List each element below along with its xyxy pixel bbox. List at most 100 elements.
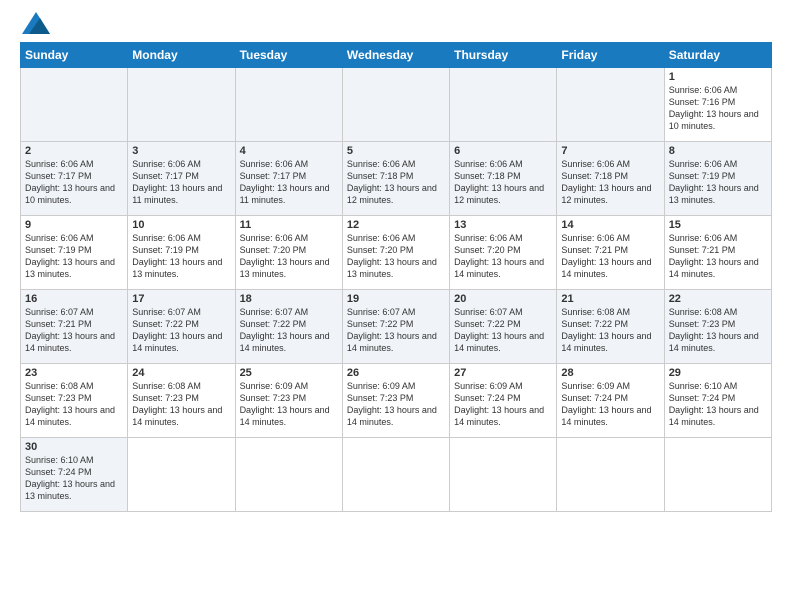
day-number: 21 — [561, 293, 659, 305]
day-info: Sunrise: 6:06 AM Sunset: 7:19 PM Dayligh… — [25, 232, 123, 281]
calendar-header-row: SundayMondayTuesdayWednesdayThursdayFrid… — [21, 43, 772, 68]
day-number: 19 — [347, 293, 445, 305]
day-number: 7 — [561, 145, 659, 157]
day-info: Sunrise: 6:09 AM Sunset: 7:24 PM Dayligh… — [561, 380, 659, 429]
calendar-cell: 24Sunrise: 6:08 AM Sunset: 7:23 PM Dayli… — [128, 364, 235, 438]
day-number: 30 — [25, 441, 123, 453]
calendar-cell: 17Sunrise: 6:07 AM Sunset: 7:22 PM Dayli… — [128, 290, 235, 364]
day-info: Sunrise: 6:06 AM Sunset: 7:21 PM Dayligh… — [561, 232, 659, 281]
calendar-cell: 13Sunrise: 6:06 AM Sunset: 7:20 PM Dayli… — [450, 216, 557, 290]
day-number: 5 — [347, 145, 445, 157]
header-sunday: Sunday — [21, 43, 128, 68]
day-info: Sunrise: 6:06 AM Sunset: 7:17 PM Dayligh… — [132, 158, 230, 207]
day-number: 25 — [240, 367, 338, 379]
calendar-cell: 6Sunrise: 6:06 AM Sunset: 7:18 PM Daylig… — [450, 142, 557, 216]
day-number: 16 — [25, 293, 123, 305]
day-info: Sunrise: 6:07 AM Sunset: 7:22 PM Dayligh… — [240, 306, 338, 355]
header-monday: Monday — [128, 43, 235, 68]
calendar-cell — [450, 438, 557, 512]
header-saturday: Saturday — [664, 43, 771, 68]
calendar-cell: 28Sunrise: 6:09 AM Sunset: 7:24 PM Dayli… — [557, 364, 664, 438]
day-info: Sunrise: 6:06 AM Sunset: 7:20 PM Dayligh… — [240, 232, 338, 281]
day-info: Sunrise: 6:06 AM Sunset: 7:19 PM Dayligh… — [669, 158, 767, 207]
calendar-cell — [128, 438, 235, 512]
logo-icon — [22, 12, 50, 34]
calendar-cell: 12Sunrise: 6:06 AM Sunset: 7:20 PM Dayli… — [342, 216, 449, 290]
day-info: Sunrise: 6:06 AM Sunset: 7:16 PM Dayligh… — [669, 84, 767, 133]
day-number: 14 — [561, 219, 659, 231]
day-number: 9 — [25, 219, 123, 231]
calendar-cell — [557, 438, 664, 512]
calendar-cell: 14Sunrise: 6:06 AM Sunset: 7:21 PM Dayli… — [557, 216, 664, 290]
day-info: Sunrise: 6:10 AM Sunset: 7:24 PM Dayligh… — [669, 380, 767, 429]
day-info: Sunrise: 6:08 AM Sunset: 7:23 PM Dayligh… — [669, 306, 767, 355]
calendar-cell: 23Sunrise: 6:08 AM Sunset: 7:23 PM Dayli… — [21, 364, 128, 438]
day-info: Sunrise: 6:06 AM Sunset: 7:20 PM Dayligh… — [347, 232, 445, 281]
calendar-cell — [128, 68, 235, 142]
calendar-week-row: 16Sunrise: 6:07 AM Sunset: 7:21 PM Dayli… — [21, 290, 772, 364]
calendar-cell: 15Sunrise: 6:06 AM Sunset: 7:21 PM Dayli… — [664, 216, 771, 290]
day-number: 8 — [669, 145, 767, 157]
day-info: Sunrise: 6:06 AM Sunset: 7:18 PM Dayligh… — [347, 158, 445, 207]
day-number: 3 — [132, 145, 230, 157]
calendar-week-row: 23Sunrise: 6:08 AM Sunset: 7:23 PM Dayli… — [21, 364, 772, 438]
day-number: 20 — [454, 293, 552, 305]
day-info: Sunrise: 6:09 AM Sunset: 7:23 PM Dayligh… — [347, 380, 445, 429]
day-info: Sunrise: 6:07 AM Sunset: 7:22 PM Dayligh… — [347, 306, 445, 355]
calendar-cell: 5Sunrise: 6:06 AM Sunset: 7:18 PM Daylig… — [342, 142, 449, 216]
calendar-week-row: 1Sunrise: 6:06 AM Sunset: 7:16 PM Daylig… — [21, 68, 772, 142]
calendar-cell — [21, 68, 128, 142]
calendar-cell: 11Sunrise: 6:06 AM Sunset: 7:20 PM Dayli… — [235, 216, 342, 290]
day-info: Sunrise: 6:06 AM Sunset: 7:19 PM Dayligh… — [132, 232, 230, 281]
day-info: Sunrise: 6:06 AM Sunset: 7:18 PM Dayligh… — [454, 158, 552, 207]
day-info: Sunrise: 6:09 AM Sunset: 7:24 PM Dayligh… — [454, 380, 552, 429]
calendar-cell: 2Sunrise: 6:06 AM Sunset: 7:17 PM Daylig… — [21, 142, 128, 216]
day-info: Sunrise: 6:10 AM Sunset: 7:24 PM Dayligh… — [25, 454, 123, 503]
calendar-cell: 3Sunrise: 6:06 AM Sunset: 7:17 PM Daylig… — [128, 142, 235, 216]
calendar-cell: 10Sunrise: 6:06 AM Sunset: 7:19 PM Dayli… — [128, 216, 235, 290]
day-number: 26 — [347, 367, 445, 379]
calendar-cell: 21Sunrise: 6:08 AM Sunset: 7:22 PM Dayli… — [557, 290, 664, 364]
header-friday: Friday — [557, 43, 664, 68]
calendar-cell: 26Sunrise: 6:09 AM Sunset: 7:23 PM Dayli… — [342, 364, 449, 438]
calendar-cell — [557, 68, 664, 142]
day-info: Sunrise: 6:08 AM Sunset: 7:23 PM Dayligh… — [25, 380, 123, 429]
calendar-cell: 22Sunrise: 6:08 AM Sunset: 7:23 PM Dayli… — [664, 290, 771, 364]
calendar-cell: 1Sunrise: 6:06 AM Sunset: 7:16 PM Daylig… — [664, 68, 771, 142]
day-number: 4 — [240, 145, 338, 157]
day-number: 24 — [132, 367, 230, 379]
header-tuesday: Tuesday — [235, 43, 342, 68]
day-info: Sunrise: 6:06 AM Sunset: 7:17 PM Dayligh… — [25, 158, 123, 207]
day-info: Sunrise: 6:06 AM Sunset: 7:20 PM Dayligh… — [454, 232, 552, 281]
day-number: 1 — [669, 71, 767, 83]
day-number: 12 — [347, 219, 445, 231]
day-number: 22 — [669, 293, 767, 305]
day-number: 27 — [454, 367, 552, 379]
calendar-cell: 29Sunrise: 6:10 AM Sunset: 7:24 PM Dayli… — [664, 364, 771, 438]
day-number: 17 — [132, 293, 230, 305]
calendar-cell: 9Sunrise: 6:06 AM Sunset: 7:19 PM Daylig… — [21, 216, 128, 290]
day-number: 15 — [669, 219, 767, 231]
day-number: 18 — [240, 293, 338, 305]
day-info: Sunrise: 6:08 AM Sunset: 7:23 PM Dayligh… — [132, 380, 230, 429]
day-number: 29 — [669, 367, 767, 379]
day-info: Sunrise: 6:08 AM Sunset: 7:22 PM Dayligh… — [561, 306, 659, 355]
calendar-cell: 18Sunrise: 6:07 AM Sunset: 7:22 PM Dayli… — [235, 290, 342, 364]
calendar-cell: 30Sunrise: 6:10 AM Sunset: 7:24 PM Dayli… — [21, 438, 128, 512]
page-header — [20, 16, 772, 34]
day-info: Sunrise: 6:07 AM Sunset: 7:22 PM Dayligh… — [132, 306, 230, 355]
day-info: Sunrise: 6:07 AM Sunset: 7:22 PM Dayligh… — [454, 306, 552, 355]
header-wednesday: Wednesday — [342, 43, 449, 68]
day-info: Sunrise: 6:06 AM Sunset: 7:21 PM Dayligh… — [669, 232, 767, 281]
day-info: Sunrise: 6:06 AM Sunset: 7:18 PM Dayligh… — [561, 158, 659, 207]
calendar-week-row: 30Sunrise: 6:10 AM Sunset: 7:24 PM Dayli… — [21, 438, 772, 512]
logo — [20, 16, 50, 34]
calendar-table: SundayMondayTuesdayWednesdayThursdayFrid… — [20, 42, 772, 512]
day-number: 13 — [454, 219, 552, 231]
day-number: 28 — [561, 367, 659, 379]
day-number: 23 — [25, 367, 123, 379]
calendar-cell: 19Sunrise: 6:07 AM Sunset: 7:22 PM Dayli… — [342, 290, 449, 364]
calendar-cell — [235, 68, 342, 142]
calendar-cell — [450, 68, 557, 142]
calendar-cell: 7Sunrise: 6:06 AM Sunset: 7:18 PM Daylig… — [557, 142, 664, 216]
